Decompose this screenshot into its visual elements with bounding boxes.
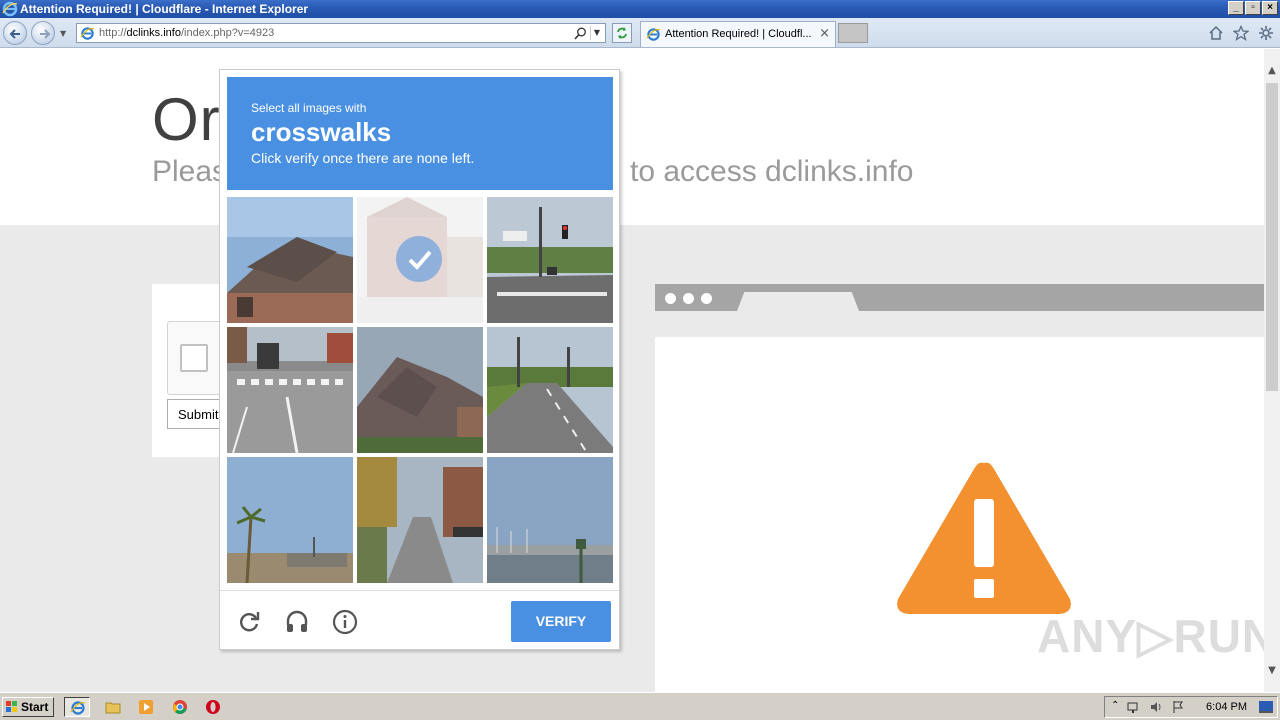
tab-attention-required[interactable]: Attention Required! | Cloudfl... ×	[640, 21, 836, 47]
start-button[interactable]: Start	[2, 697, 54, 717]
back-button[interactable]	[3, 21, 27, 45]
taskbar-ie-button[interactable]	[64, 697, 90, 717]
reload-icon[interactable]	[236, 609, 262, 635]
vertical-scrollbar[interactable]: ▲ ▼	[1264, 49, 1280, 692]
challenge-header: Select all images with crosswalks Click …	[227, 77, 613, 190]
tile-shingled-roof[interactable]	[357, 327, 483, 453]
tile-brick-building[interactable]	[357, 197, 483, 323]
windows-taskbar: Start ⌃ 6:04 PM	[0, 692, 1280, 720]
illustration-toolbar	[655, 284, 1264, 311]
tile-palm-trees[interactable]	[227, 457, 353, 583]
ie-tab-icon	[646, 28, 661, 41]
taskbar-chrome-button[interactable]	[167, 697, 193, 717]
tray-clock[interactable]: 6:04 PM	[1206, 701, 1247, 713]
show-desktop-icon[interactable]	[1259, 701, 1273, 713]
tile-image	[227, 197, 353, 323]
challenge-hint: Click verify once there are none left.	[251, 150, 475, 166]
tile-image	[227, 457, 353, 583]
close-tab-icon[interactable]: ×	[819, 26, 830, 41]
tile-image	[487, 197, 613, 323]
folder-icon	[105, 702, 121, 714]
url-scheme: http://	[99, 27, 127, 39]
address-bar[interactable]: http://dclinks.info/index.php?v=4923 ▼	[76, 23, 606, 43]
chrome-icon	[173, 700, 187, 714]
page-content: Or Pleas to access dclinks.info Submit A…	[0, 49, 1264, 692]
favorites-star-icon[interactable]	[1233, 25, 1249, 41]
tile-road-median[interactable]	[487, 327, 613, 453]
refresh-compat-button[interactable]	[612, 23, 632, 43]
page-subtitle-start: Pleas	[152, 155, 228, 188]
taskbar-explorer-button[interactable]	[100, 697, 126, 717]
address-dropdown-icon[interactable]: ▼	[590, 26, 603, 40]
taskbar-opera-button[interactable]	[200, 697, 226, 717]
minimize-button[interactable]: _	[1228, 1, 1244, 15]
tray-expand-icon[interactable]: ⌃	[1111, 700, 1119, 711]
tile-crosswalk-street-bus[interactable]	[227, 327, 353, 453]
anyrun-watermark: ANY▷RUN	[1037, 610, 1264, 662]
tile-intersection-traffic-light[interactable]	[487, 197, 613, 323]
tab-label: Attention Required! | Cloudfl...	[665, 28, 812, 40]
recaptcha-challenge-popup: Select all images with crosswalks Click …	[219, 69, 620, 650]
challenge-instruction: Select all images with	[251, 101, 367, 115]
scroll-thumb[interactable]	[1266, 83, 1278, 391]
tile-image	[487, 457, 613, 583]
internet-explorer-icon	[2, 1, 18, 17]
system-tray: ⌃ 6:04 PM	[1104, 696, 1278, 718]
url-host: dclinks.info	[126, 27, 181, 39]
tile-image	[357, 327, 483, 453]
windows-flag-icon	[6, 701, 17, 712]
opera-icon	[206, 700, 220, 714]
checkmark-icon	[408, 250, 432, 270]
tile-image	[357, 457, 483, 583]
forward-arrow-icon	[40, 29, 51, 39]
network-icon[interactable]	[1127, 700, 1141, 714]
ie-page-icon	[80, 27, 95, 40]
audio-headphones-icon[interactable]	[284, 609, 310, 635]
url-path: /index.php?v=4923	[180, 27, 275, 39]
challenge-target: crosswalks	[251, 117, 392, 147]
tile-harbor-lamppost[interactable]	[487, 457, 613, 583]
page-subtitle-end: to access dclinks.info	[630, 155, 914, 188]
address-url[interactable]: http://dclinks.info/index.php?v=4923	[99, 27, 274, 39]
forward-button[interactable]	[31, 21, 55, 45]
settings-gear-icon[interactable]	[1258, 25, 1274, 41]
refresh-icon	[617, 27, 627, 39]
warning-triangle-icon	[897, 462, 1071, 614]
action-center-flag-icon[interactable]	[1171, 700, 1185, 714]
challenge-footer: VERIFY	[220, 590, 619, 650]
tile-residential-street[interactable]	[357, 457, 483, 583]
start-label: Start	[21, 700, 49, 714]
media-player-icon	[139, 700, 153, 714]
info-icon[interactable]	[332, 609, 358, 635]
illustration-dot	[701, 293, 712, 304]
illustration-dot	[665, 293, 676, 304]
history-dropdown-icon[interactable]: ▼	[60, 29, 66, 38]
close-window-button[interactable]: ×	[1262, 1, 1278, 15]
challenge-image-grid	[227, 197, 613, 583]
tile-house-roof[interactable]	[227, 197, 353, 323]
verify-button[interactable]: VERIFY	[511, 601, 611, 642]
window-title: Attention Required! | Cloudflare - Inter…	[20, 2, 309, 16]
navigation-bar: ▼ http://dclinks.info/index.php?v=4923 ▼…	[0, 18, 1280, 48]
maximize-button[interactable]: ▫	[1245, 1, 1261, 15]
scroll-up-icon[interactable]: ▲	[1264, 63, 1280, 79]
back-arrow-icon	[9, 29, 20, 39]
illustration-tab	[737, 292, 859, 311]
tile-image	[487, 327, 613, 453]
search-icon[interactable]	[574, 27, 587, 40]
taskbar-media-button[interactable]	[133, 697, 159, 717]
recaptcha-checkbox[interactable]	[180, 344, 208, 372]
window-titlebar: Attention Required! | Cloudflare - Inter…	[0, 0, 1280, 18]
internet-explorer-icon	[70, 701, 86, 715]
illustration-dot	[683, 293, 694, 304]
page-headline: Or	[152, 86, 221, 153]
volume-icon[interactable]	[1149, 700, 1163, 714]
new-tab-button[interactable]	[838, 23, 868, 43]
scroll-down-icon[interactable]: ▼	[1264, 663, 1280, 679]
home-icon[interactable]	[1208, 25, 1224, 41]
tile-image	[227, 327, 353, 453]
